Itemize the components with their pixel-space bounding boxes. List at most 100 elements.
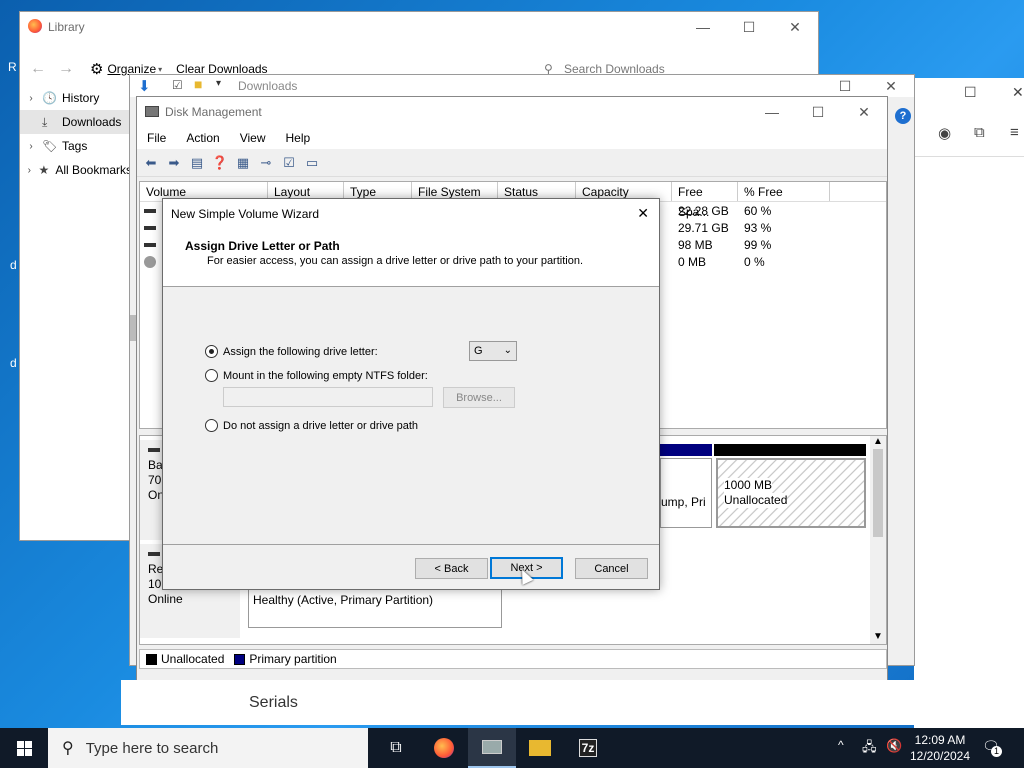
minimize-button[interactable]: — [680, 12, 726, 42]
folder-path-input[interactable] [223, 387, 433, 407]
scrollbar-thumb[interactable] [873, 449, 883, 537]
gear-icon: ⚙ [90, 61, 104, 78]
percent-free-value: 60 % [744, 204, 772, 218]
checklist-icon[interactable]: ☑ [279, 154, 299, 172]
folder-icon [529, 740, 551, 756]
partition-block[interactable]: ump, Pri [660, 458, 712, 528]
table-row[interactable]: 98 MB 99 % [678, 238, 771, 252]
taskbar: ⚲ Type here to search ⧉ 7z ^ 🖧 🔇 12:09 A… [0, 728, 1024, 768]
back-arrow-icon[interactable]: ← [30, 60, 46, 78]
connect-icon[interactable]: ⊸ [256, 154, 276, 172]
disk-management-titlebar[interactable]: Disk Management — ☐ ✕ [137, 97, 887, 127]
desktop-text: d [10, 258, 17, 272]
taskbar-firefox[interactable] [420, 728, 468, 768]
radio-mount-folder[interactable]: Mount in the following empty NTFS folder… [205, 369, 428, 382]
menu-file[interactable]: File [137, 131, 176, 145]
wizard-titlebar[interactable]: New Simple Volume Wizard ✕ [163, 199, 659, 229]
minimize-button[interactable]: — [749, 97, 795, 127]
forward-arrow-icon[interactable]: → [58, 60, 74, 78]
table-row[interactable]: 29.71 GB 93 % [678, 221, 771, 235]
menu-view[interactable]: View [230, 131, 276, 145]
sidebar-item-all-bookmarks[interactable]: › ★ All Bookmarks [20, 158, 132, 182]
browse-button[interactable]: Browse... [443, 387, 515, 408]
extensions-icon[interactable]: ⧉ [974, 124, 985, 141]
taskbar-7zip[interactable]: 7z [564, 728, 612, 768]
library-sidebar: › 🕓 History ⤓ Downloads › 🏷 Tags › ★ All… [20, 86, 132, 540]
search-icon: ⚲ [62, 740, 74, 757]
search-placeholder: Type here to search [85, 739, 219, 757]
window-icon[interactable]: ▭ [302, 154, 322, 172]
chevron-down-icon: ▾ [158, 64, 163, 74]
close-button[interactable]: ✕ [841, 97, 887, 127]
help-icon[interactable]: ? [895, 108, 911, 124]
unallocated-label: Unallocated [724, 493, 788, 508]
partition-block[interactable]: Healthy (Active, Primary Partition) [248, 586, 502, 628]
column-free-space[interactable]: Free Spa... [672, 182, 738, 219]
network-icon[interactable]: 🖧 [862, 738, 877, 760]
close-button[interactable]: ✕ [772, 12, 818, 42]
firefox-icon [434, 738, 454, 758]
library-titlebar[interactable]: Library — ☐ ✕ [20, 12, 818, 42]
clock[interactable]: 12:09 AM 12/20/2024 [908, 732, 972, 764]
sidebar-item-tags[interactable]: › 🏷 Tags [20, 134, 132, 158]
task-view-icon: ⧉ [390, 739, 402, 756]
clock-time: 12:09 AM [914, 733, 966, 747]
radio-no-letter[interactable]: Do not assign a drive letter or drive pa… [205, 419, 418, 432]
show-hidden-icons[interactable]: ^ [838, 738, 844, 752]
explorer-title: Downloads [238, 79, 298, 93]
back-button[interactable]: < Back [415, 558, 488, 579]
tag-icon: 🏷 [42, 139, 58, 153]
radio-assign-letter[interactable]: Assign the following drive letter: [205, 345, 378, 358]
unallocated-size: 1000 MB [724, 478, 773, 493]
chevron-right-icon: › [29, 92, 33, 104]
drive-letter-select[interactable]: G ⌄ [469, 341, 517, 361]
sidebar-item-history[interactable]: › 🕓 History [20, 86, 132, 110]
menu-action[interactable]: Action [176, 131, 229, 145]
table-row[interactable]: 0 MB 0 % [678, 255, 765, 269]
close-button[interactable]: ✕ [1012, 84, 1024, 101]
task-view-button[interactable]: ⧉ [372, 728, 420, 768]
menu-bar: File Action View Help [137, 127, 887, 149]
serials-label[interactable]: Serials [249, 694, 298, 712]
cancel-button[interactable]: Cancel [575, 558, 648, 579]
forward-arrow-icon[interactable]: ➡ [164, 154, 184, 172]
maximize-button[interactable]: ☐ [822, 75, 868, 97]
column-percent-free[interactable]: % Free [738, 182, 830, 201]
wizard-title: New Simple Volume Wizard [171, 207, 320, 221]
maximize-button[interactable]: ☐ [795, 97, 841, 127]
partition-status-text: Healthy (Active, Primary Partition) [253, 593, 434, 607]
new-simple-volume-wizard: New Simple Volume Wizard ✕ Assign Drive … [162, 198, 660, 590]
menu-help[interactable]: Help [276, 131, 321, 145]
wizard-heading: Assign Drive Letter or Path [185, 239, 340, 253]
taskbar-search[interactable]: ⚲ Type here to search [48, 728, 368, 768]
volume-muted-icon[interactable]: 🔇 [886, 738, 902, 754]
explorer-titlebar[interactable]: ⬇ ☑ ■ ▾ Downloads ☐ ✕ [130, 75, 914, 97]
close-button[interactable]: ✕ [868, 75, 914, 97]
maximize-button[interactable]: ☐ [964, 84, 977, 101]
close-icon[interactable]: ✕ [637, 205, 649, 222]
notification-center-button[interactable]: 🗨 1 [982, 738, 1002, 757]
scroll-up-icon[interactable]: ▲ [870, 436, 886, 447]
table-row[interactable]: 22.28 GB 60 % [678, 204, 771, 218]
console-icon[interactable]: ▤ [187, 154, 207, 172]
back-arrow-icon[interactable]: ⬅ [141, 154, 161, 172]
unallocated-block[interactable]: 1000 MB Unallocated [716, 458, 866, 528]
disk-management-icon [482, 740, 502, 754]
help-icon[interactable]: ❓ [210, 154, 230, 172]
sidebar-item-downloads[interactable]: ⤓ Downloads [20, 110, 132, 134]
properties-icon[interactable]: ▦ [233, 154, 253, 172]
free-space-value: 29.71 GB [678, 221, 729, 235]
maximize-button[interactable]: ☐ [726, 12, 772, 42]
account-icon[interactable]: ◉ [938, 124, 951, 142]
start-button[interactable] [0, 728, 48, 768]
notification-count: 1 [991, 746, 1002, 757]
menu-icon[interactable]: ≡ [1010, 124, 1019, 141]
scroll-down-icon[interactable]: ▼ [870, 631, 886, 642]
drive-letter-value: G [474, 345, 483, 357]
legend-unallocated: Unallocated [161, 652, 225, 666]
desktop-text: d [10, 356, 17, 370]
scrollbar[interactable]: ▲ ▼ [870, 436, 886, 644]
taskbar-file-explorer[interactable] [516, 728, 564, 768]
taskbar-disk-management[interactable] [468, 728, 516, 768]
free-space-value: 98 MB [678, 238, 713, 252]
